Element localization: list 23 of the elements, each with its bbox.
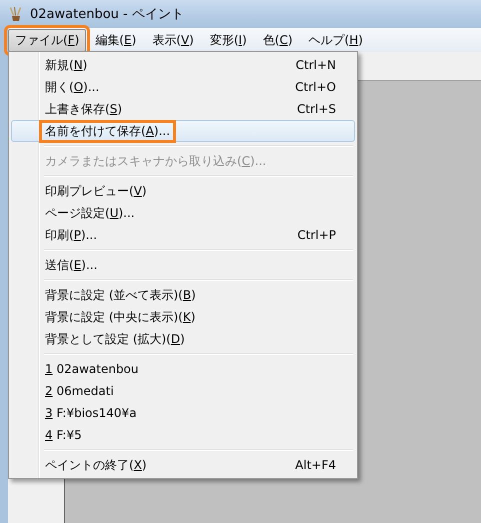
window-title: 02awatenbou - ペイント xyxy=(30,6,184,23)
menu-bar-item[interactable]: 色(C) xyxy=(256,28,300,52)
menu-bar-item[interactable]: 表示(V) xyxy=(145,28,201,52)
menu-item[interactable]: 上書き保存(S) Ctrl+S xyxy=(11,98,355,120)
menu-item[interactable]: 名前を付けて保存(A)... xyxy=(11,120,355,142)
menu-bar-item[interactable]: ヘルプ(H) xyxy=(302,28,370,52)
menu-item[interactable]: 印刷プレビュー(V) xyxy=(11,180,355,202)
menu-item[interactable]: 3 F:¥bios140¥a xyxy=(11,402,355,424)
paintbrush-icon xyxy=(8,6,24,22)
menu-item[interactable]: 2 06medati xyxy=(11,380,355,402)
menu-item[interactable]: ペイントの終了(X) Alt+F4 xyxy=(11,454,355,476)
menu-item[interactable]: 背景に設定 (並べて表示)(B) xyxy=(11,284,355,306)
menu-item[interactable]: 背景として設定 (拡大)(D) xyxy=(11,328,355,350)
menu-item[interactable]: ページ設定(U)... xyxy=(11,202,355,224)
menu-bar-item[interactable]: 変形(I) xyxy=(202,28,254,52)
menu-item[interactable]: 印刷(P)... Ctrl+P xyxy=(11,224,355,246)
menu-item[interactable]: 新規(N) Ctrl+N xyxy=(11,54,355,76)
menu-item[interactable]: 背景に設定 (中央に表示)(K) xyxy=(11,306,355,328)
menu-bar-item[interactable]: 編集(E) xyxy=(88,28,144,52)
menu-item[interactable]: 開く(O)... Ctrl+O xyxy=(11,76,355,98)
menu-item[interactable]: 1 02awatenbou xyxy=(11,358,355,380)
menu-item[interactable]: 送信(E)... xyxy=(11,254,355,276)
menu-item[interactable]: 4 F:¥5 xyxy=(11,424,355,446)
